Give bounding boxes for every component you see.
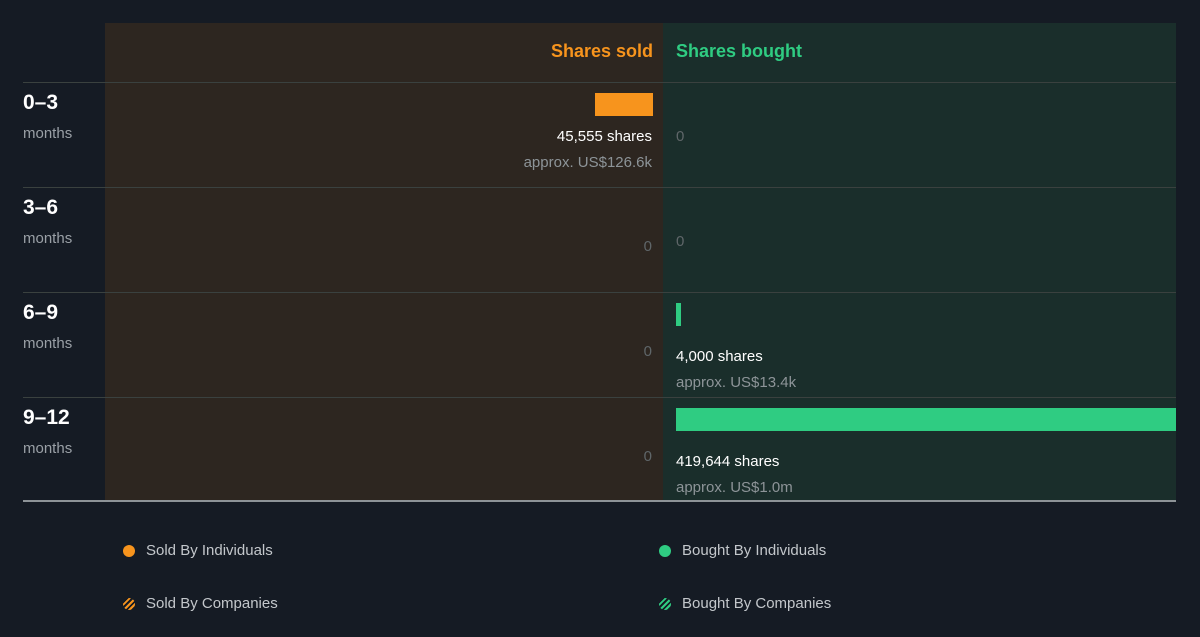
legend-label: Bought By Companies	[682, 595, 832, 612]
insider-trading-chart: Shares sold Shares bought 0–3 months 45,55…	[0, 0, 1200, 637]
bought-zero-label: 0	[676, 128, 685, 145]
orange-dot-icon	[123, 545, 135, 557]
legend-label: Sold By Individuals	[146, 542, 273, 559]
row-divider	[23, 187, 1176, 188]
bought-shares-label: 4,000 shares	[676, 348, 763, 365]
row-divider	[23, 397, 1176, 398]
row-divider	[23, 292, 1176, 293]
period-unit-label: months	[23, 335, 73, 352]
period-label: 9–12	[23, 406, 70, 429]
sold-shares-label: 45,555 shares	[556, 128, 652, 145]
period-label: 3–6	[23, 196, 59, 219]
row-divider	[23, 82, 1176, 83]
bought-value-label: approx. US$13.4k	[676, 374, 797, 391]
shares-sold-header: Shares sold	[550, 41, 653, 61]
chart-baseline	[23, 500, 1176, 502]
bought-shares-label: 419,644 shares	[676, 453, 780, 470]
sold-bar	[595, 93, 653, 116]
striped-green-dot-icon	[659, 598, 671, 610]
shares-bought-header: Shares bought	[676, 41, 803, 61]
sold-zero-label: 0	[643, 238, 652, 255]
bought-zero-label: 0	[676, 233, 685, 250]
period-unit-label: months	[23, 440, 73, 457]
period-label: 0–3	[23, 91, 59, 114]
sold-zero-label: 0	[643, 343, 652, 360]
legend-label: Sold By Companies	[146, 595, 278, 612]
bought-bar	[676, 408, 1176, 431]
period-label: 6–9	[23, 301, 59, 324]
sold-zero-label: 0	[643, 448, 652, 465]
bought-bar	[676, 303, 681, 326]
period-unit-label: months	[23, 230, 73, 247]
legend-label: Bought By Individuals	[682, 542, 827, 559]
period-unit-label: months	[23, 125, 73, 142]
sold-value-label: approx. US$126.6k	[523, 154, 652, 171]
green-dot-icon	[659, 545, 671, 557]
shares-sold-panel	[105, 23, 663, 501]
bought-value-label: approx. US$1.0m	[676, 479, 793, 496]
striped-orange-dot-icon	[123, 598, 135, 610]
